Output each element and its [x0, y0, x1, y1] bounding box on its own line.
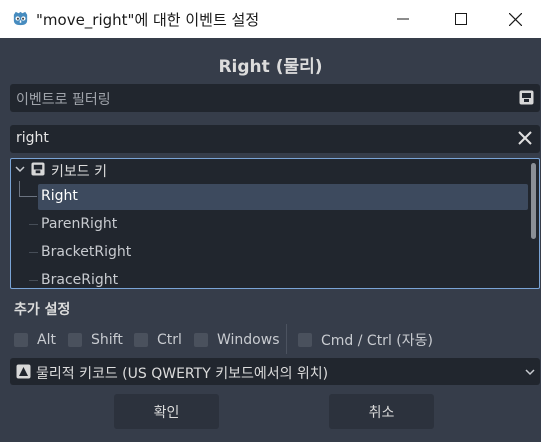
minimize-icon [397, 18, 409, 20]
checkbox-box[interactable] [134, 333, 148, 347]
tree-item-braceright[interactable]: BraceRight [38, 268, 528, 288]
tree-item-label: Right [41, 188, 78, 204]
modifier-separator [286, 324, 287, 354]
tree-item-parenright[interactable]: ParenRight [38, 212, 528, 238]
godot-logo-icon [13, 11, 28, 26]
tree-scrollbar[interactable] [531, 163, 536, 239]
checkbox-box[interactable] [194, 333, 208, 347]
minimize-button[interactable] [374, 0, 432, 38]
cmd-ctrl-auto-checkbox[interactable]: Cmd / Ctrl (자동) [298, 330, 433, 350]
filter-placeholder: 이벤트로 필터링 [16, 92, 111, 108]
keyboard-icon [31, 162, 45, 176]
checkbox-box[interactable] [68, 333, 82, 347]
checkbox-box[interactable] [14, 333, 28, 347]
chevron-down-icon[interactable] [15, 164, 25, 174]
filter-by-event-input[interactable]: 이벤트로 필터링 [10, 84, 540, 112]
tree-connector [19, 181, 20, 197]
window-title: "move_right"에 대한 이벤트 설정 [36, 11, 260, 29]
tree-item-label: BracketRight [41, 244, 132, 260]
maximize-icon [455, 13, 467, 25]
event-tree[interactable]: 키보드 키 Right ParenRight BracketRight Brac… [10, 158, 540, 289]
checkbox-label: Ctrl [157, 332, 182, 348]
shift-checkbox[interactable]: Shift [68, 330, 123, 350]
keyboard-physical-icon [16, 364, 31, 379]
search-value: right [16, 130, 49, 146]
event-heading: Right (물리) [218, 57, 323, 77]
checkbox-label: Windows [217, 332, 280, 348]
ok-button[interactable]: 확인 [114, 394, 219, 429]
select-value: 물리적 키코드 (US QWERTY 키보드에서의 위치) [36, 366, 329, 382]
additional-settings-label: 추가 설정 [14, 302, 71, 318]
search-input[interactable]: right [10, 125, 540, 153]
tree-connector [29, 280, 38, 281]
checkbox-label: Alt [37, 332, 56, 348]
clear-icon[interactable] [516, 129, 534, 147]
checkbox-label: Cmd / Ctrl (자동) [321, 333, 433, 349]
alt-checkbox[interactable]: Alt [14, 330, 56, 350]
chevron-down-icon [525, 369, 535, 376]
tree-root-keyboard-keys[interactable]: 키보드 키 [11, 159, 531, 181]
tree-item-label: BraceRight [41, 272, 119, 288]
tree-connector [29, 252, 38, 253]
close-icon [509, 12, 522, 26]
cancel-button[interactable]: 취소 [329, 394, 434, 429]
tree-item-label: ParenRight [41, 216, 118, 232]
tree-item-right[interactable]: Right [38, 184, 528, 210]
ctrl-checkbox[interactable]: Ctrl [134, 330, 182, 350]
tree-root-label: 키보드 키 [51, 164, 107, 180]
tree-connector [19, 196, 37, 197]
title-bar: "move_right"에 대한 이벤트 설정 [0, 0, 541, 38]
maximize-button[interactable] [432, 0, 490, 38]
tree-item-bracketright[interactable]: BracketRight [38, 240, 528, 266]
keyboard-icon[interactable] [519, 90, 534, 105]
close-window-button[interactable] [490, 0, 541, 38]
windows-checkbox[interactable]: Windows [194, 330, 280, 350]
checkbox-label: Shift [91, 332, 123, 348]
keycode-location-select[interactable]: 물리적 키코드 (US QWERTY 키보드에서의 위치) [10, 358, 540, 385]
tree-connector [29, 224, 38, 225]
checkbox-box[interactable] [298, 333, 312, 347]
